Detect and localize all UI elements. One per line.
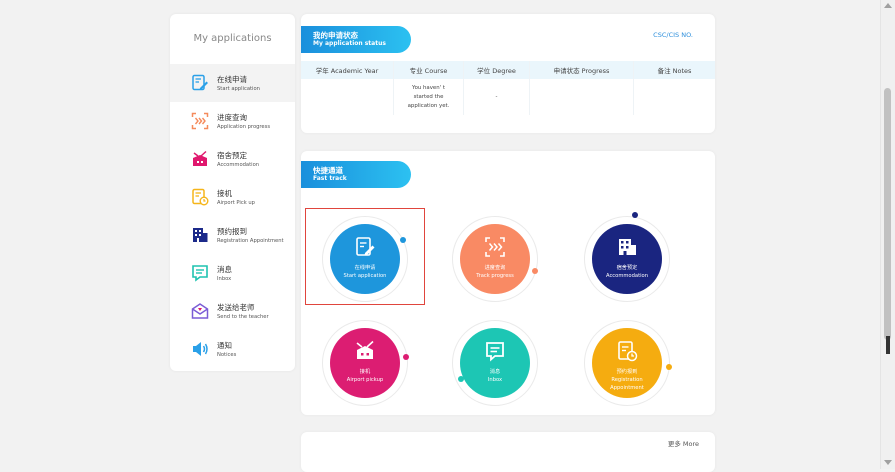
sidebar-item-start-application[interactable]: 在线申请 Start application xyxy=(170,64,295,102)
column-header: 学年 Academic Year xyxy=(301,61,394,79)
sidebar-item-sublabel: Inbox xyxy=(217,276,232,282)
sidebar-item-sublabel: Send to the teacher xyxy=(217,314,269,320)
tile-label-cn: 进度查询 xyxy=(484,265,506,271)
table-cell xyxy=(634,79,715,115)
progress-icon xyxy=(191,112,209,130)
sidebar-item-notices[interactable]: 通知 Notices xyxy=(170,330,295,368)
tile-accommodation[interactable]: 宿舍预定 Accommodation xyxy=(584,212,670,302)
column-header: 专业 Course xyxy=(394,61,464,79)
status-section-badge: 我的申请状态 My application status xyxy=(301,26,411,53)
sidebar-item-label: 消息 xyxy=(217,265,232,274)
tile-label-en: Accommodation xyxy=(605,273,649,279)
column-header: 学位 Degree xyxy=(464,61,530,79)
sidebar-item-sublabel: Notices xyxy=(217,352,237,358)
sidebar-item-label: 接机 xyxy=(217,189,232,198)
message-icon xyxy=(486,342,504,362)
sidebar-item-label: 预约报到 xyxy=(217,227,247,236)
sidebar-item-airport-pickup[interactable]: 接机 Airport Pick up xyxy=(170,178,295,216)
tile-inbox[interactable]: 消息 Inbox xyxy=(452,320,538,406)
tile-label-en: Track progress xyxy=(476,273,514,279)
sidebar-item-label: 进度查询 xyxy=(217,113,247,122)
sidebar-item-accommodation[interactable]: 宿舍预定 Accommodation xyxy=(170,140,295,178)
application-status-panel: 我的申请状态 My application status CSC/CIS NO.… xyxy=(301,14,715,133)
sidebar-item-sublabel: Start application xyxy=(217,86,260,92)
message-icon xyxy=(192,265,208,282)
table-header-row: 学年 Academic Year 专业 Course 学位 Degree 申请状… xyxy=(301,61,715,79)
news-panel: 更多 More xyxy=(301,432,715,472)
table-row: You haven' t started the application yet… xyxy=(301,79,715,115)
more-link[interactable]: 更多 More xyxy=(668,438,699,448)
tile-label-cn: 预约报到 xyxy=(616,369,638,375)
tile-label-en: Inbox xyxy=(487,377,503,383)
dormitory-icon xyxy=(193,150,207,166)
progress-icon xyxy=(485,237,505,257)
column-header: 申请状态 Progress xyxy=(530,61,634,79)
building-icon xyxy=(619,239,636,255)
tile-registration-appointment[interactable]: 预约报到 Registration Appointment xyxy=(584,320,672,406)
tile-label-en: Airport pickup xyxy=(346,377,384,383)
airport-pickup-icon xyxy=(356,340,374,359)
table-cell xyxy=(530,79,634,115)
mail-icon xyxy=(191,303,209,319)
badge-title-en: My application status xyxy=(313,40,386,47)
tile-airport-pickup[interactable]: 接机 Airport pickup xyxy=(322,320,409,406)
tile-label-cn: 接机 xyxy=(359,369,371,375)
tile-label-cn: 宿舍预定 xyxy=(616,265,638,271)
table-cell: - xyxy=(464,79,530,115)
sidebar-item-registration-appointment[interactable]: 预约报到 Registration Appointment xyxy=(170,216,295,254)
selection-highlight xyxy=(305,208,425,305)
sidebar-item-sublabel: Accommodation xyxy=(217,162,260,168)
registration-icon xyxy=(618,341,638,362)
sidebar-item-send-to-teacher[interactable]: 发送给老师 Send to the teacher xyxy=(170,292,295,330)
badge-title-en: Fast track xyxy=(313,175,347,182)
airport-pickup-icon xyxy=(192,188,209,206)
speaker-icon xyxy=(193,342,208,356)
csc-cis-number-link[interactable]: CSC/CIS NO. xyxy=(653,31,693,39)
fast-track-badge: 快捷通道 Fast track xyxy=(301,161,411,188)
sidebar-item-label: 宿舍预定 xyxy=(217,151,247,160)
sidebar-item-sublabel: Application progress xyxy=(217,124,271,130)
scroll-up-icon[interactable] xyxy=(884,3,892,8)
tile-label-cn: 消息 xyxy=(489,369,501,375)
sidebar-item-sublabel: Registration Appointment xyxy=(217,238,284,244)
sidebar-item-label: 通知 xyxy=(217,341,232,350)
page-scrollbar[interactable] xyxy=(880,0,895,469)
sidebar: My applications 在线申请 Start application 进… xyxy=(170,14,295,371)
column-header: 备注 Notes xyxy=(657,67,692,75)
table-cell xyxy=(301,79,394,115)
sidebar-item-label: 发送给老师 xyxy=(217,303,255,312)
tile-track-progress[interactable]: 进度查询 Track progress xyxy=(452,216,538,302)
table-cell: You haven' t started the application yet… xyxy=(394,79,464,115)
tile-label-en: Registration Appointment xyxy=(610,377,644,391)
sidebar-item-inbox[interactable]: 消息 Inbox xyxy=(170,254,295,292)
sidebar-title: My applications xyxy=(193,33,272,44)
sidebar-item-label: 在线申请 xyxy=(217,75,247,84)
scroll-marker xyxy=(886,336,890,354)
scroll-thumb[interactable] xyxy=(884,88,891,340)
sidebar-item-application-progress[interactable]: 进度查询 Application progress xyxy=(170,102,295,140)
building-icon xyxy=(193,228,208,242)
sidebar-item-sublabel: Airport Pick up xyxy=(217,200,255,206)
edit-document-icon xyxy=(192,74,208,91)
status-table: 学年 Academic Year 专业 Course 学位 Degree 申请状… xyxy=(301,61,715,115)
scroll-down-icon[interactable] xyxy=(884,460,892,465)
